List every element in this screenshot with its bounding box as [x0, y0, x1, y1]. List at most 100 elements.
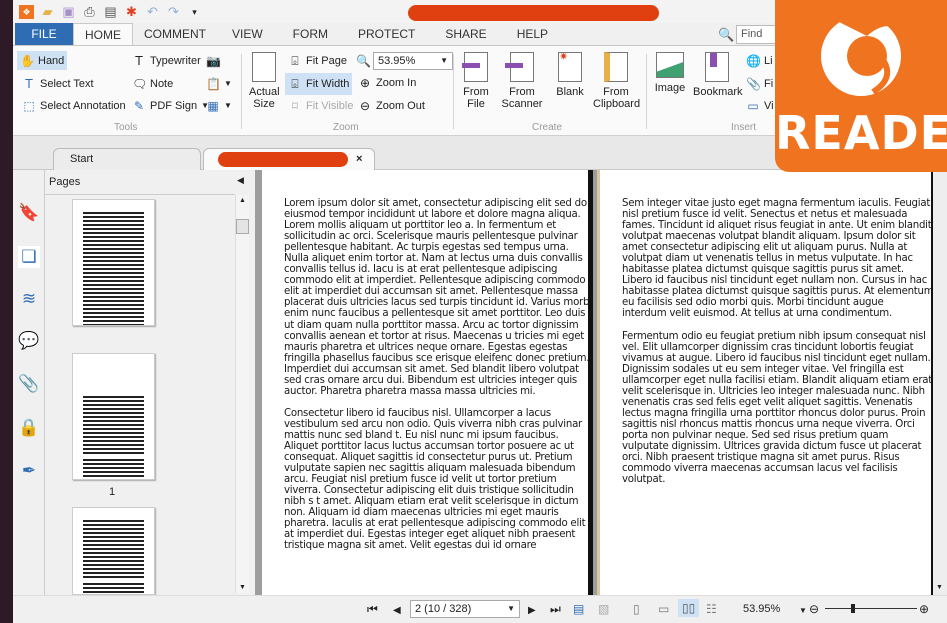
- tab-form[interactable]: FORM: [278, 23, 343, 45]
- link-label: Li: [764, 54, 773, 67]
- collapse-panel-icon[interactable]: ◀: [237, 175, 244, 186]
- layers-icon[interactable]: ≋: [18, 288, 40, 310]
- left-page: Lorem ipsum dolor sit amet, consectetur …: [262, 170, 593, 595]
- facing-page-icon[interactable]: ▯▯: [678, 599, 700, 617]
- file-attachment-button[interactable]: 📎 Fi: [743, 74, 776, 93]
- document-scrollbar[interactable]: ▼: [933, 170, 947, 595]
- page-thumbnail[interactable]: [72, 507, 155, 595]
- first-page-button[interactable]: ⏮: [367, 601, 378, 617]
- pdf-sign-button[interactable]: ✎ PDF Sign ▼: [129, 96, 212, 115]
- open-icon[interactable]: ▰: [40, 4, 55, 19]
- extract-page-icon[interactable]: ▤: [573, 601, 584, 617]
- zoom-slider[interactable]: [825, 604, 917, 613]
- hand-button[interactable]: ✋ Hand: [17, 51, 68, 70]
- form-tool-button[interactable]: ▦ ▼: [203, 96, 235, 115]
- divider: [646, 54, 647, 129]
- text-line: amet consectetur adipiscing elit ut aliq…: [622, 242, 908, 254]
- video-button[interactable]: ▭ Vi: [743, 96, 777, 115]
- zoom-select[interactable]: 53.95% ▼: [373, 52, 453, 70]
- redo-icon[interactable]: ↷: [166, 4, 181, 19]
- scroll-thumb[interactable]: [236, 219, 249, 234]
- pages-icon[interactable]: ❏: [18, 246, 40, 268]
- customize-icon[interactable]: ▾: [187, 5, 202, 19]
- new-icon[interactable]: ✱: [124, 4, 139, 19]
- link-button[interactable]: 🌐 Li: [743, 51, 776, 70]
- text-line: convallis tellus id. Iacu is at erat pel…: [284, 264, 558, 276]
- thumbnail-scrollbar[interactable]: ▲ ▼: [235, 195, 249, 593]
- thumbnail-text-line: [83, 420, 144, 422]
- rotate-page-icon[interactable]: ▧: [598, 601, 609, 617]
- thumbnail-text-line: [83, 471, 144, 473]
- thumbnail-text-line: [83, 216, 144, 218]
- fit-page-button[interactable]: ⌻ Fit Page: [285, 51, 350, 70]
- tab-help[interactable]: HELP: [502, 23, 563, 45]
- scan-icon[interactable]: ▤: [103, 4, 118, 19]
- bookmarks-icon[interactable]: 🔖: [18, 202, 40, 224]
- last-page-button[interactable]: ⏭: [550, 601, 561, 617]
- tab-comment[interactable]: COMMENT: [133, 23, 217, 45]
- zoom-out-button[interactable]: ⊖ Zoom Out: [355, 96, 428, 115]
- signature-icon[interactable]: ✒: [18, 460, 40, 482]
- undo-icon[interactable]: ↶: [145, 4, 160, 19]
- app-icon: ❖: [19, 4, 34, 19]
- tab-document[interactable]: ×: [203, 148, 375, 170]
- scroll-down-icon[interactable]: ▼: [936, 584, 943, 591]
- from-file-label: From File: [463, 86, 489, 110]
- tab-home[interactable]: HOME: [73, 23, 133, 45]
- select-annotation-button[interactable]: ⬚ Select Annotation: [19, 96, 129, 115]
- tab-protect[interactable]: PROTECT: [343, 23, 430, 45]
- tab-file[interactable]: FILE: [15, 23, 73, 45]
- clipboard-button[interactable]: 📋 ▼: [203, 74, 235, 93]
- scroll-down-icon[interactable]: ▼: [239, 584, 246, 591]
- tab-view[interactable]: VIEW: [217, 23, 278, 45]
- scroll-up-icon[interactable]: ▲: [239, 197, 246, 204]
- divider: [241, 54, 242, 129]
- fit-page-icon: ⌻: [291, 53, 299, 68]
- close-tab-button[interactable]: ×: [356, 149, 362, 169]
- zoom-slider-handle[interactable]: [850, 604, 855, 613]
- from-file-button[interactable]: From File: [459, 52, 493, 110]
- previous-page-button[interactable]: ◀: [393, 603, 401, 619]
- continuous-facing-icon[interactable]: ☷: [706, 601, 717, 617]
- fit-visible-button[interactable]: ⌑ Fit Visible: [285, 96, 356, 115]
- continuous-page-icon[interactable]: ▭: [658, 601, 669, 617]
- zoom-out-icon[interactable]: ⊖: [809, 601, 819, 617]
- comments-icon[interactable]: 💬: [18, 330, 40, 352]
- zoom-in-icon[interactable]: ⊕: [919, 601, 929, 617]
- thumbnail-text-line: [83, 548, 144, 550]
- fit-width-button[interactable]: ⌻ Fit Width: [285, 73, 353, 95]
- tab-start[interactable]: Start: [53, 148, 201, 170]
- from-scanner-button[interactable]: From Scanner: [499, 52, 545, 110]
- typewriter-button[interactable]: Ｔ Typewriter: [129, 51, 204, 70]
- blank-button[interactable]: ✷ Blank: [553, 51, 587, 98]
- select-annotation-icon: ⬚: [23, 98, 35, 113]
- save-icon[interactable]: ▣: [61, 4, 76, 19]
- thumbnail-text-line: [83, 304, 144, 306]
- tab-share[interactable]: SHARE: [430, 23, 501, 45]
- zoom-in-button[interactable]: ⊕ Zoom In: [355, 73, 419, 92]
- image-button[interactable]: Image: [653, 52, 687, 94]
- text-line: placerat duis ultricies lacus sed turpis…: [284, 297, 592, 309]
- link-icon: 🌐: [746, 53, 761, 68]
- bookmark-button[interactable]: Bookmark: [693, 52, 743, 98]
- lock-icon[interactable]: 🔒: [18, 417, 40, 439]
- snapshot-button[interactable]: 📷: [203, 51, 223, 70]
- note-button[interactable]: 🗨 Note: [129, 74, 176, 93]
- select-text-button[interactable]: Ｔ Select Text: [19, 74, 97, 93]
- print-icon[interactable]: ⎙: [82, 4, 97, 19]
- thumbnail-text-line: [83, 587, 144, 589]
- attachments-icon[interactable]: 📎: [18, 373, 40, 395]
- chevron-down-icon: ▼: [224, 101, 232, 110]
- zoom-menu-icon[interactable]: ▼: [799, 603, 807, 619]
- from-clipboard-button[interactable]: From Clipboard: [593, 52, 640, 110]
- page-thumbnail[interactable]: [72, 199, 155, 326]
- text-line: mauris pharetra et ultrices neque ornare…: [284, 341, 568, 353]
- page-thumbnail[interactable]: [72, 353, 155, 480]
- text-line: Libero id faucibus nisl tincidunt eget n…: [622, 275, 928, 287]
- page-number-field[interactable]: 2 (10 / 328) ▼: [410, 600, 520, 618]
- text-line: vel. Elit ullamcorper dignissim cras tin…: [622, 341, 914, 353]
- logo-swirl-icon: [821, 12, 901, 96]
- next-page-button[interactable]: ▶: [528, 603, 536, 619]
- actual-size-button[interactable]: Actual Size: [249, 52, 280, 110]
- single-page-icon[interactable]: ▯: [633, 601, 640, 617]
